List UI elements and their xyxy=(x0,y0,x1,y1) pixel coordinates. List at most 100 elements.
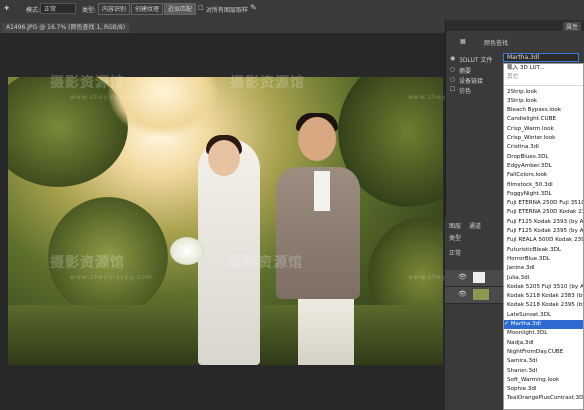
lut-option[interactable]: Bleach Bypass.look xyxy=(504,106,583,115)
lut-option-label: Cristina.3dl xyxy=(507,144,539,151)
channels-tab[interactable]: 通道 xyxy=(469,221,481,230)
sample-all-label: 对所有图层取样 xyxy=(206,7,249,14)
lut-option-label: FoggyNight.3DL xyxy=(507,190,552,197)
lut-option[interactable]: FoggyNight.3DL xyxy=(504,190,583,199)
lut-option[interactable]: filmstock_50.3dl xyxy=(504,181,583,190)
lut-option[interactable]: HorrorBlue.3DL xyxy=(504,255,583,264)
lut-option[interactable]: Kodak 5218 Kodak 2383 (by A xyxy=(504,292,583,301)
layer-row[interactable]: 👁 xyxy=(445,270,503,287)
lut-option[interactable]: Janine.3dl xyxy=(504,264,583,273)
lut-option[interactable]: DropBlues.3DL xyxy=(504,153,583,162)
bouquet xyxy=(170,237,204,265)
lut-option[interactable]: NightFromDay.CUBE xyxy=(504,348,583,357)
watermark-text: 摄影资源馆 xyxy=(228,255,303,271)
lut-option[interactable]: Fuji ETERNA 250D Fuji 3510 (by xyxy=(504,199,583,208)
lut-file-select[interactable]: Martha.3dl xyxy=(503,53,579,62)
blend-mode-select[interactable]: 正常 xyxy=(449,248,461,257)
document-tab[interactable]: A1496.JPG @ 16.7% (颜色查找 1, RGB/8) xyxy=(2,23,130,33)
lut-option-label: filmstock_50.3dl xyxy=(507,181,553,188)
lut-option[interactable]: EdgyAmber.3DL xyxy=(504,162,583,171)
checkmark-icon: ✓ xyxy=(504,321,509,328)
watermark-text: 摄影资源馆 xyxy=(230,75,305,91)
adjustment-icon: ▦ xyxy=(460,38,466,45)
content-aware-button[interactable]: 内容识别 xyxy=(98,3,131,15)
layer-thumbnail xyxy=(473,289,489,300)
lut-option[interactable]: Soft_Warming.look xyxy=(504,376,583,385)
lut-option-label: Nadja.3dl xyxy=(507,339,534,346)
lut-option-label: 2Strip.look xyxy=(507,88,538,95)
type-label: 类型: xyxy=(82,7,97,14)
lut-option[interactable]: Fuji F125 Kodak 2393 (by Ado xyxy=(504,218,583,227)
abstract-radio[interactable]: ○ xyxy=(450,66,455,73)
lut-option-label: Sharon.3dl xyxy=(507,367,538,374)
device-link-radio[interactable]: ○ xyxy=(450,76,455,83)
lut-option-label: DropBlues.3DL xyxy=(507,153,549,160)
lut-option-label: Soft_Warming.look xyxy=(507,376,560,383)
wedding-photo xyxy=(8,77,443,365)
lut-option[interactable]: FuturisticBleak.3DL xyxy=(504,246,583,255)
lut-option[interactable]: TealOrangePlusContrast.3DL xyxy=(504,394,583,403)
lut-file-radio[interactable]: ◉ xyxy=(450,55,455,62)
lut-option[interactable]: 3Strip.look xyxy=(504,97,583,106)
lut-option-label: Julia.3dl xyxy=(507,274,530,281)
lut-option[interactable]: ✓ Martha.3dl xyxy=(504,320,583,330)
lut-option-label: HorrorBlue.3DL xyxy=(507,255,550,262)
lut-option-label: Kodak 5218 Kodak 2395 (by A xyxy=(507,302,583,309)
lut-option-label: Fuji F125 Kodak 2395 (by Ado xyxy=(507,228,583,235)
lut-option[interactable]: Kodak 5205 Fuji 3510 (by Ado xyxy=(504,283,583,292)
lut-option[interactable]: Fuji ETERNA 250D Kodak 2395 xyxy=(504,208,583,217)
brush-icon[interactable]: ✎ xyxy=(250,3,257,12)
lut-option[interactable]: Samira.3dl xyxy=(504,357,583,366)
adjustment-name: 颜色查找 xyxy=(484,40,509,47)
properties-tabbar: 属性 xyxy=(446,20,584,31)
lut-option[interactable]: Candlelight.CUBE xyxy=(504,115,583,124)
layer-filter[interactable]: 类型 xyxy=(449,233,461,242)
eye-icon[interactable]: 👁 xyxy=(458,290,467,298)
lut-option[interactable]: LateSunset.3DL xyxy=(504,311,583,320)
lut-option-label: Fuji REALA 500D Kodak 2393 ( xyxy=(507,237,583,244)
lut-option-label: 3Strip.look xyxy=(507,97,538,104)
lut-option-label: Janine.3dl xyxy=(507,265,535,272)
sample-all-checkbox[interactable]: ☐ xyxy=(198,5,203,12)
eye-icon[interactable]: 👁 xyxy=(458,273,467,281)
lut-option[interactable]: Fuji REALA 500D Kodak 2393 ( xyxy=(504,236,583,245)
lut-option[interactable]: Moonlight.3DL xyxy=(504,329,583,338)
properties-tab[interactable]: 属性 xyxy=(562,22,581,31)
lut-option[interactable]: Crisp_Warm.look xyxy=(504,125,583,134)
patch-tool-icon[interactable]: ✚ xyxy=(4,5,9,12)
lut-option-label: Martha.3dl xyxy=(510,321,541,328)
lut-option[interactable]: Sophie.3dl xyxy=(504,385,583,394)
lut-option[interactable]: Sharon.3dl xyxy=(504,367,583,376)
lut-option[interactable]: Cristina.3dl xyxy=(504,143,583,152)
lut-option[interactable]: 2Strip.look xyxy=(504,88,583,97)
lut-option[interactable]: Julia.3dl xyxy=(504,274,583,283)
lut-option-label: Fuji ETERNA 250D Kodak 2395 xyxy=(507,209,583,216)
adjustment-thumbnail xyxy=(473,272,485,283)
dither-checkbox[interactable]: ☐ xyxy=(450,86,455,93)
lut-option[interactable]: Fuji F125 Kodak 2395 (by Ado xyxy=(504,227,583,236)
lut-option-label: TealOrangePlusContrast.3DL xyxy=(507,395,583,402)
lut-option-label: Fuji ETERNA 250D Fuji 3510 (by xyxy=(507,200,583,207)
lut-option[interactable]: Kodak 5218 Kodak 2395 (by A xyxy=(504,301,583,310)
proximity-match-button[interactable]: 近似匹配 xyxy=(164,3,197,15)
lut-option-label: Crisp_Warm.look xyxy=(507,125,554,132)
mode-select[interactable]: 正常 xyxy=(40,3,76,14)
lut-dropdown-menu[interactable]: 载入 3D LUT... 其它 2Strip.look 3Strip.look Bl… xyxy=(503,63,584,410)
watermark-text: 摄影资源馆 xyxy=(50,75,125,91)
create-texture-button[interactable]: 创建纹理 xyxy=(131,3,164,15)
lut-option[interactable]: Nadja.3dl xyxy=(504,339,583,348)
lut-file-label: 3DLUT 文件 xyxy=(459,57,493,64)
load-lut-option[interactable]: 载入 3D LUT... xyxy=(504,64,583,73)
layer-row[interactable]: 👁 xyxy=(445,287,503,304)
lut-option-label: FuturisticBleak.3DL xyxy=(507,246,562,253)
lut-option-label: EdgyAmber.3DL xyxy=(507,162,552,169)
lut-option-list: 2Strip.look 3Strip.look Bleach Bypass.look… xyxy=(504,88,583,404)
mode-label: 模式: xyxy=(26,7,41,14)
lut-option-label: LateSunset.3DL xyxy=(507,311,552,318)
lut-option[interactable]: FallColors.look xyxy=(504,171,583,180)
watermark-text: 摄影资源馆 xyxy=(50,255,125,271)
layers-tab[interactable]: 图层 xyxy=(449,221,461,230)
lut-option[interactable]: Crisp_Winter.look xyxy=(504,134,583,143)
other-option[interactable]: 其它 xyxy=(504,73,583,82)
lut-option-label: Samira.3dl xyxy=(507,358,538,365)
